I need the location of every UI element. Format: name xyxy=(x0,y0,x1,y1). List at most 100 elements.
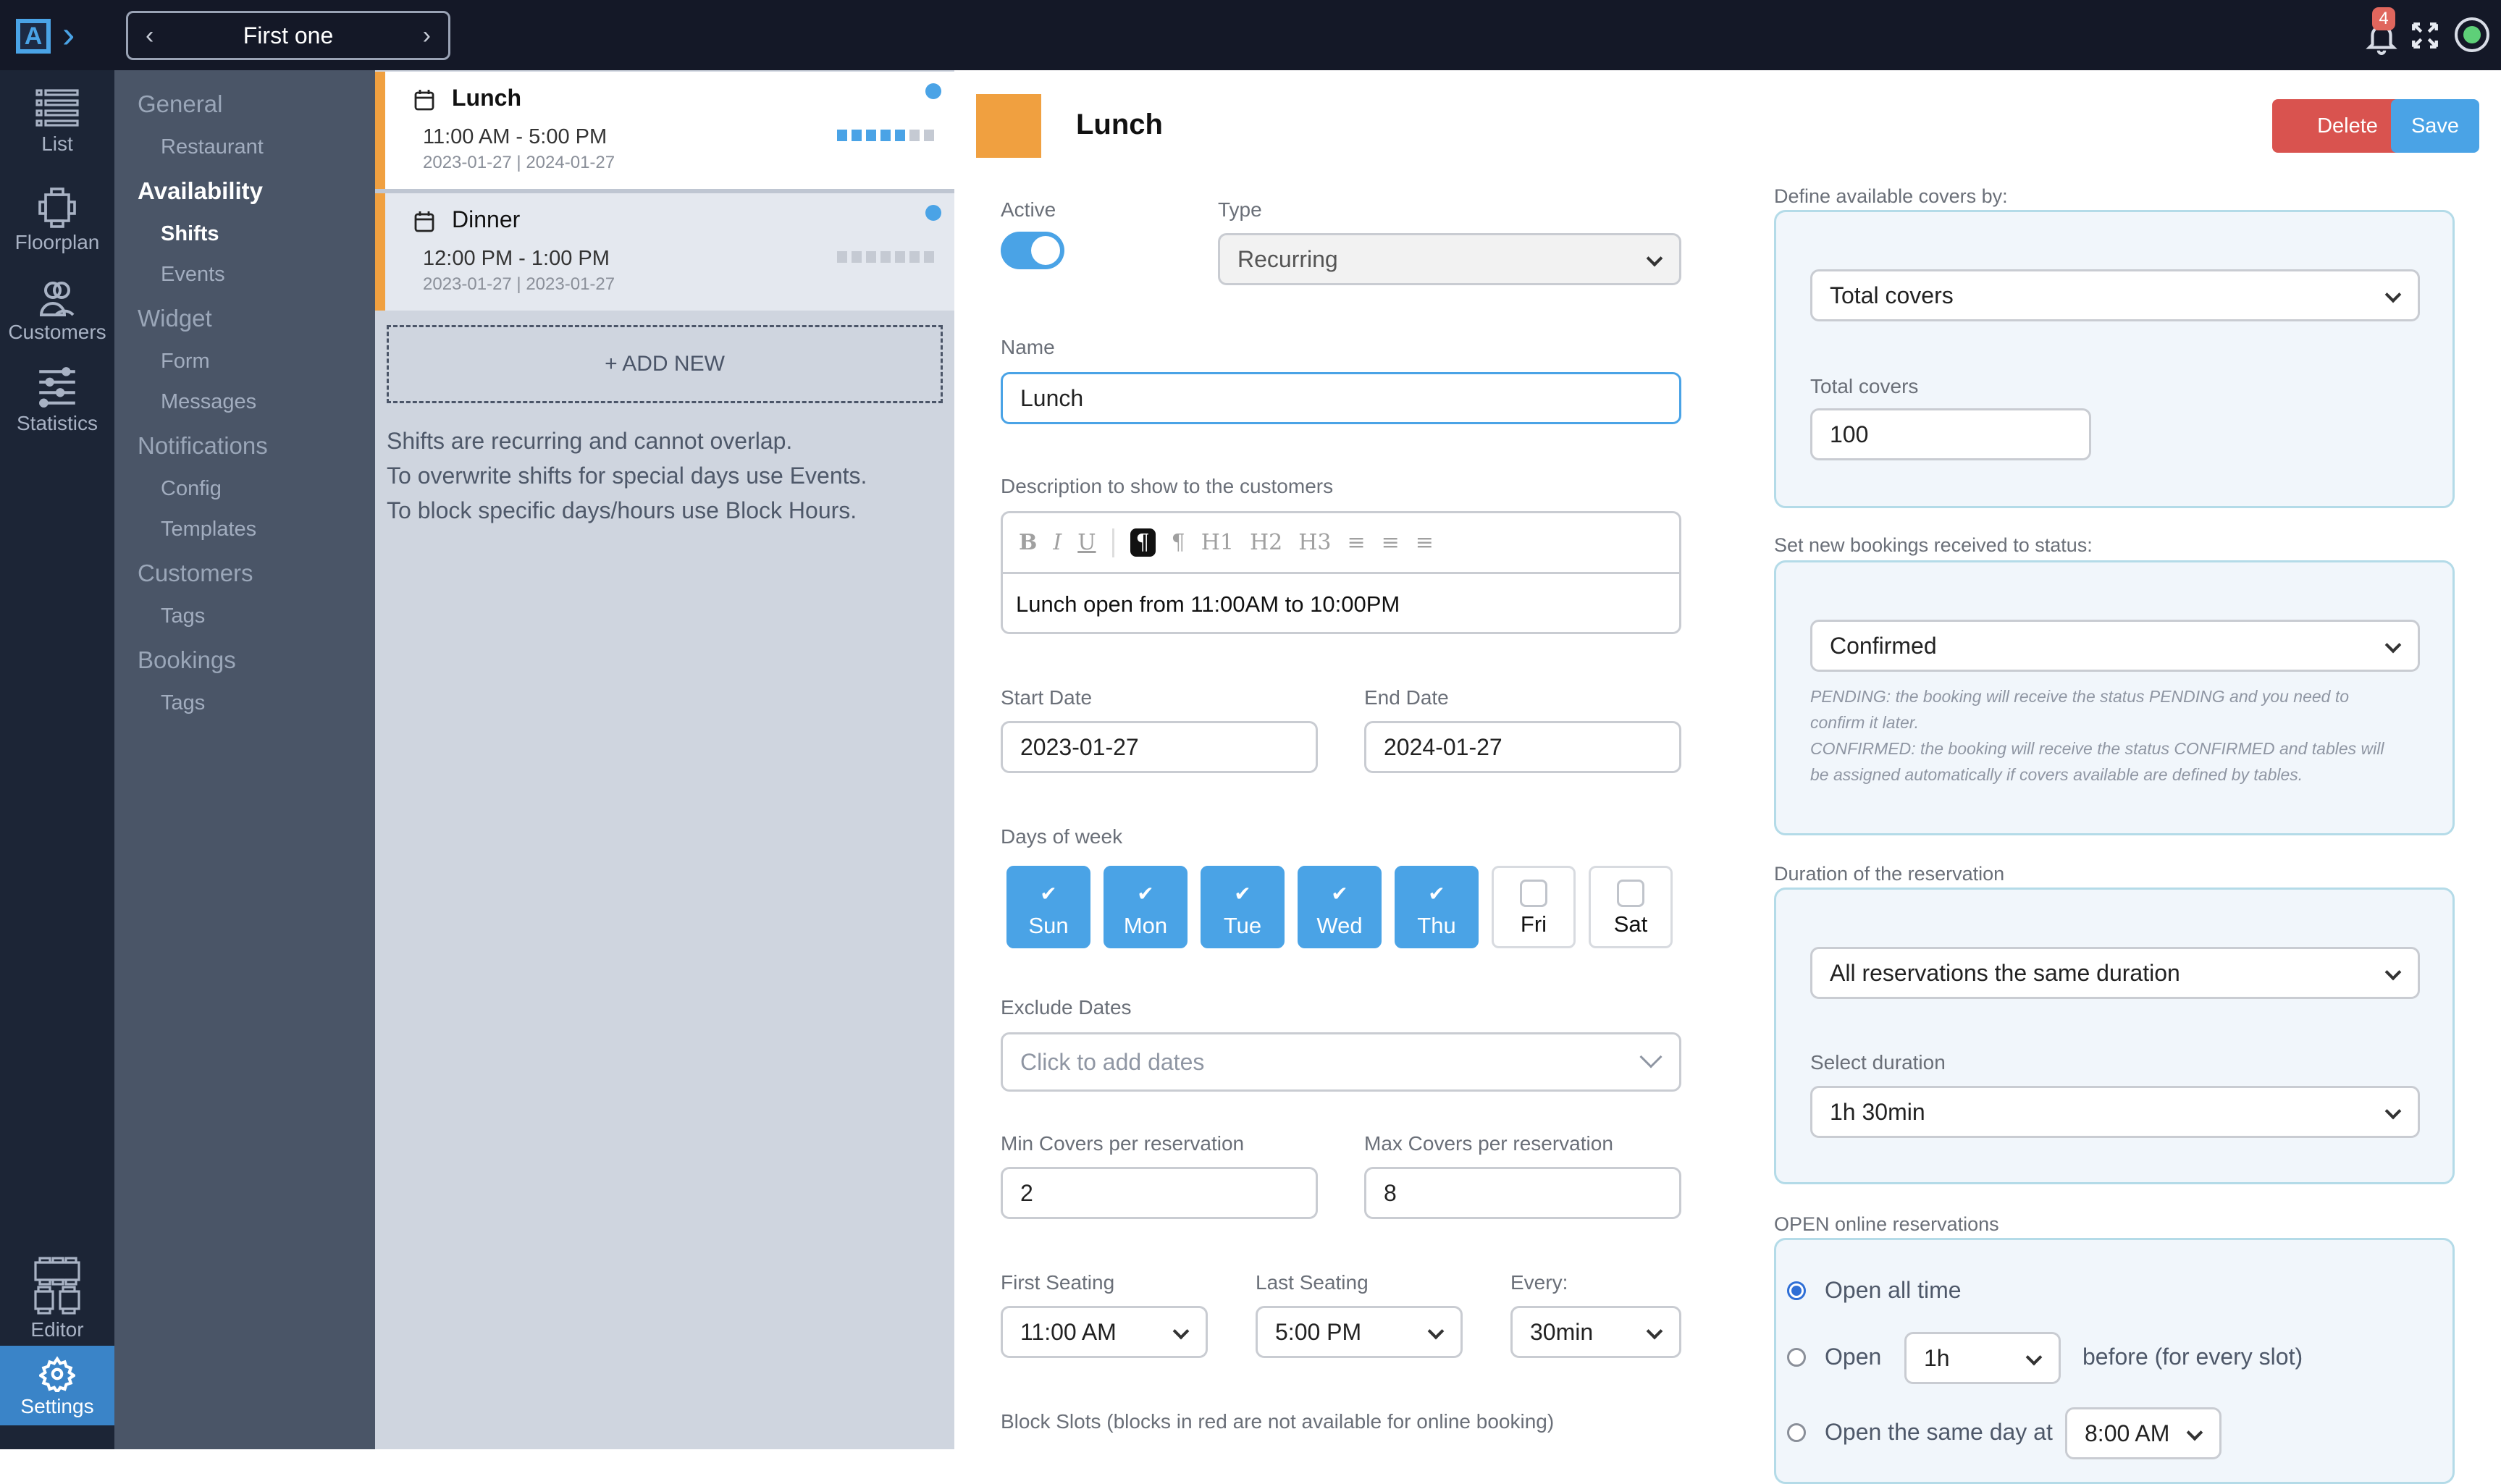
add-new-shift-button[interactable]: + ADD NEW xyxy=(387,325,943,403)
expand-menu-chevron-icon[interactable]: › xyxy=(62,13,75,56)
settings-section-notifications[interactable]: Notifications xyxy=(138,432,268,460)
min-covers-input[interactable]: 2 xyxy=(1001,1167,1318,1219)
info-text: To overwrite shifts for special days use… xyxy=(387,463,867,489)
shift-color-picker[interactable] xyxy=(976,94,1041,158)
start-date-label: Start Date xyxy=(1001,686,1093,709)
rail-label: Settings xyxy=(20,1395,94,1417)
day-toggle-sat[interactable]: Sat xyxy=(1589,866,1673,948)
app-logo[interactable]: A xyxy=(16,19,51,54)
duration-mode-select[interactable]: All reservations the same duration xyxy=(1810,947,2420,999)
type-select[interactable]: Recurring xyxy=(1218,233,1681,285)
exclude-dates-placeholder: Click to add dates xyxy=(1020,1048,1205,1075)
settings-section-customers[interactable]: Customers xyxy=(138,560,253,587)
weekday-indicator-block xyxy=(909,251,920,263)
min-covers-label: Min Covers per reservation xyxy=(1001,1132,1245,1155)
day-toggle-wed[interactable]: ✔ Wed xyxy=(1298,866,1382,948)
shift-dates: 2023-01-27 | 2023-01-27 xyxy=(423,274,615,294)
status-hint-pending: PENDING: the booking will receive the st… xyxy=(1810,687,2350,732)
form-title: Lunch xyxy=(1076,109,1163,140)
settings-section-bookings[interactable]: Bookings xyxy=(138,646,236,674)
weekday-indicator-block xyxy=(924,130,934,141)
rail-item-customers[interactable]: Customers xyxy=(0,280,114,344)
settings-item-events[interactable]: Events xyxy=(161,263,225,287)
settings-item-templates[interactable]: Templates xyxy=(161,518,256,541)
settings-section-availability[interactable]: Availability xyxy=(138,177,263,205)
last-seating-label: Last Seating xyxy=(1256,1271,1369,1294)
name-input[interactable]: Lunch xyxy=(1001,372,1681,424)
settings-section-general[interactable]: General xyxy=(138,90,222,118)
day-toggle-mon[interactable]: ✔ Mon xyxy=(1104,866,1188,948)
checkmark-icon: ✔ xyxy=(1428,882,1445,905)
settings-item-form[interactable]: Form xyxy=(161,350,210,374)
first-seating-select[interactable]: 11:00 AM xyxy=(1001,1306,1208,1358)
exclude-dates-picker[interactable]: Click to add dates xyxy=(1001,1032,1681,1092)
covers-panel xyxy=(1774,210,2455,508)
online-status-indicator[interactable] xyxy=(2455,17,2489,52)
align-center-button[interactable]: ≡ xyxy=(1382,530,1400,555)
settings-item-config[interactable]: Config xyxy=(161,477,222,501)
open-before-radio[interactable] xyxy=(1787,1348,1806,1367)
next-shift-icon[interactable]: › xyxy=(423,22,431,50)
settings-item-customer-tags[interactable]: Tags xyxy=(161,604,205,628)
booking-status-select[interactable]: Confirmed xyxy=(1810,620,2420,672)
weekday-indicator-block xyxy=(880,251,891,263)
covers-mode-select[interactable]: Total covers xyxy=(1810,269,2420,321)
max-covers-input[interactable]: 8 xyxy=(1364,1167,1681,1219)
duration-select[interactable]: 1h 30min xyxy=(1810,1086,2420,1138)
open-same-day-select[interactable]: 8:00 AM xyxy=(2065,1407,2222,1459)
paragraph-button[interactable]: ¶ xyxy=(1130,528,1156,557)
shift-card-lunch[interactable]: Lunch 11:00 AM - 5:00 PM 2023-01-27 | 20… xyxy=(375,72,954,189)
start-date-input[interactable]: 2023-01-27 xyxy=(1001,721,1318,773)
open-same-day-radio[interactable] xyxy=(1787,1423,1806,1442)
active-toggle[interactable] xyxy=(1001,232,1064,269)
fullscreen-icon[interactable] xyxy=(2410,20,2440,51)
last-seating-select[interactable]: 5:00 PM xyxy=(1256,1306,1463,1358)
underline-button[interactable]: U xyxy=(1077,530,1096,555)
open-before-label: Open xyxy=(1825,1344,1882,1370)
settings-item-booking-tags[interactable]: Tags xyxy=(161,691,205,715)
day-toggle-thu[interactable]: ✔ Thu xyxy=(1395,866,1479,948)
checkmark-icon: ✔ xyxy=(1331,882,1348,905)
heading1-button[interactable]: H1 xyxy=(1201,530,1234,555)
settings-item-restaurant[interactable]: Restaurant xyxy=(161,135,264,159)
list-icon xyxy=(35,89,79,127)
align-right-button[interactable]: ≡ xyxy=(1416,530,1434,555)
end-date-input[interactable]: 2024-01-27 xyxy=(1364,721,1681,773)
rail-item-statistics[interactable]: Statistics xyxy=(0,364,114,435)
shift-card-dinner[interactable]: Dinner 12:00 PM - 1:00 PM 2023-01-27 | 2… xyxy=(375,193,954,311)
day-toggle-sun[interactable]: ✔ Sun xyxy=(1006,866,1090,948)
rail-item-editor[interactable]: Editor xyxy=(0,1256,114,1341)
description-editor: B I U ¶ ¶ H1 H2 H3 ≡ ≡ ≡ Lunch open from… xyxy=(1001,511,1681,634)
name-label: Name xyxy=(1001,336,1055,358)
weekday-indicator-block xyxy=(880,130,891,141)
sliders-icon xyxy=(39,367,75,408)
rail-item-floorplan[interactable]: Floorplan xyxy=(0,187,114,254)
users-icon xyxy=(39,282,75,316)
heading2-button[interactable]: H2 xyxy=(1250,530,1282,555)
total-covers-input[interactable]: 100 xyxy=(1810,408,2091,460)
save-button[interactable]: Save xyxy=(2391,99,2479,153)
open-before-select[interactable]: 1h xyxy=(1904,1332,2061,1384)
heading3-button[interactable]: H3 xyxy=(1298,530,1331,555)
rail-item-settings[interactable]: Settings xyxy=(0,1346,114,1425)
rail-item-list[interactable]: List xyxy=(0,86,114,156)
settings-item-shifts[interactable]: Shifts xyxy=(161,222,219,246)
description-content[interactable]: Lunch open from 11:00AM to 10:00PM xyxy=(1016,591,1400,617)
paragraph-break-button[interactable]: ¶ xyxy=(1172,530,1185,555)
every-select[interactable]: 30min xyxy=(1510,1306,1681,1358)
shift-dates: 2023-01-27 | 2024-01-27 xyxy=(423,153,615,172)
checkbox-empty-icon xyxy=(1617,880,1644,907)
settings-section-widget[interactable]: Widget xyxy=(138,305,212,332)
align-left-button[interactable]: ≡ xyxy=(1347,530,1365,555)
day-label: Mon xyxy=(1123,913,1168,938)
previous-shift-icon[interactable]: ‹ xyxy=(146,22,154,50)
editor-toolbar: B I U ¶ ¶ H1 H2 H3 ≡ ≡ ≡ xyxy=(1003,513,1679,574)
open-all-time-radio[interactable] xyxy=(1787,1281,1806,1300)
day-toggle-fri[interactable]: Fri xyxy=(1492,866,1576,948)
weekday-indicator-block xyxy=(837,251,847,263)
settings-item-messages[interactable]: Messages xyxy=(161,390,256,414)
bold-button[interactable]: B xyxy=(1019,530,1037,555)
italic-button[interactable]: I xyxy=(1053,530,1062,555)
day-toggle-tue[interactable]: ✔ Tue xyxy=(1201,866,1285,948)
weekday-indicator-block xyxy=(895,130,905,141)
